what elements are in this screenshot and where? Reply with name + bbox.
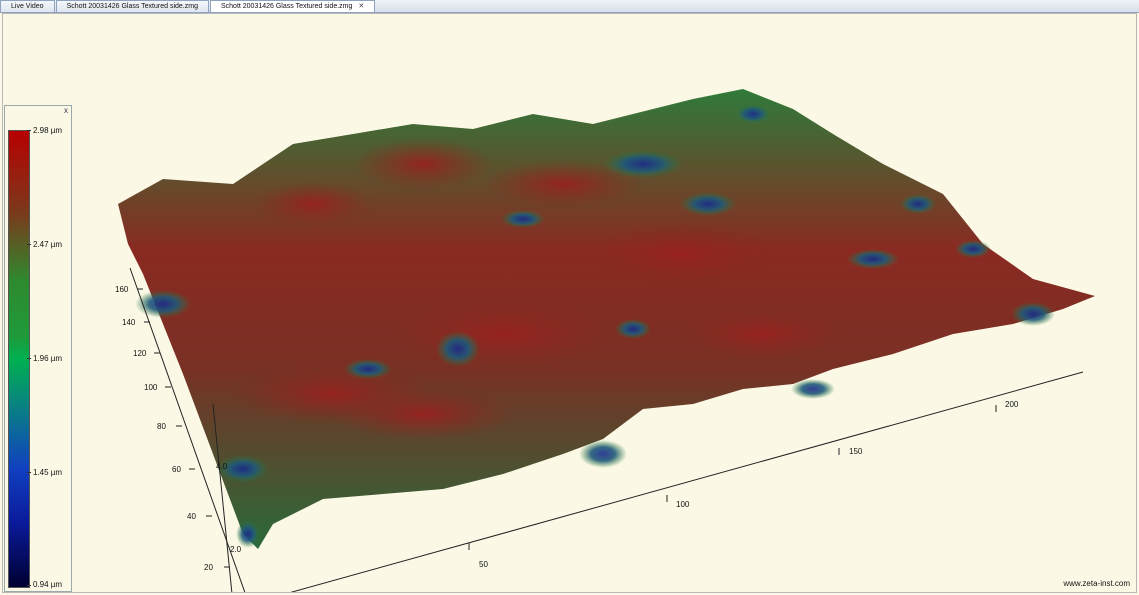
close-icon[interactable]: ✕	[358, 1, 364, 12]
scale-label: 1.96 µm	[33, 354, 63, 363]
z-tick-label: 4.0	[216, 462, 228, 471]
scale-tick	[27, 585, 31, 586]
x-tick-label: 100	[676, 500, 690, 509]
surface-mesh	[118, 89, 1095, 549]
tab-label: Schott 20031426 Glass Textured side.zmg	[66, 3, 198, 10]
scale-label: 1.45 µm	[33, 468, 63, 477]
y-tick-label: 120	[133, 349, 147, 358]
y-tick-label: 80	[157, 422, 166, 431]
tab-live-video[interactable]: Live Video	[0, 0, 55, 12]
z-tick-label: 2.0	[230, 545, 242, 554]
tab-label: Schott 20031426 Glass Textured side.zmg	[220, 3, 353, 10]
x-tick-label: 150	[849, 447, 863, 456]
tab-label: Live Video	[11, 3, 44, 10]
y-tick-label: 40	[187, 512, 196, 521]
3d-viewport[interactable]: 160 140 120 100 80 60 40 20 50 100 150 2…	[2, 13, 1137, 593]
watermark: www.zeta-inst.com	[1063, 579, 1130, 588]
tab-file-2[interactable]: Schott 20031426 Glass Textured side.zmg …	[209, 0, 376, 12]
scale-label-max: 2.98 µm	[33, 126, 63, 135]
scale-tick	[27, 244, 31, 245]
scale-label: 2.47 µm	[33, 240, 63, 249]
close-icon[interactable]: x	[64, 106, 68, 115]
x-tick-label: 200	[1005, 400, 1019, 409]
scale-tick	[27, 472, 31, 473]
scale-tick	[27, 358, 31, 359]
y-tick-label: 100	[144, 383, 158, 392]
scale-tick	[27, 130, 31, 131]
tab-file-1[interactable]: Schott 20031426 Glass Textured side.zmg	[55, 0, 209, 12]
y-tick-label: 20	[204, 563, 213, 572]
y-tick-label: 60	[172, 465, 181, 474]
color-scale-bar	[8, 130, 30, 588]
scale-label-min: 0.94 µm	[33, 580, 63, 589]
color-scale-panel[interactable]: x 2.98 µm 2.47 µm 1.96 µm 1.45 µm 0.94 µ…	[4, 105, 72, 592]
y-tick-label: 160	[115, 285, 129, 294]
x-tick-label: 50	[479, 560, 488, 569]
y-tick-label: 140	[122, 318, 136, 327]
tab-bar: Live Video Schott 20031426 Glass Texture…	[0, 0, 1139, 13]
surface-plot[interactable]: 160 140 120 100 80 60 40 20 50 100 150 2…	[3, 14, 1137, 593]
